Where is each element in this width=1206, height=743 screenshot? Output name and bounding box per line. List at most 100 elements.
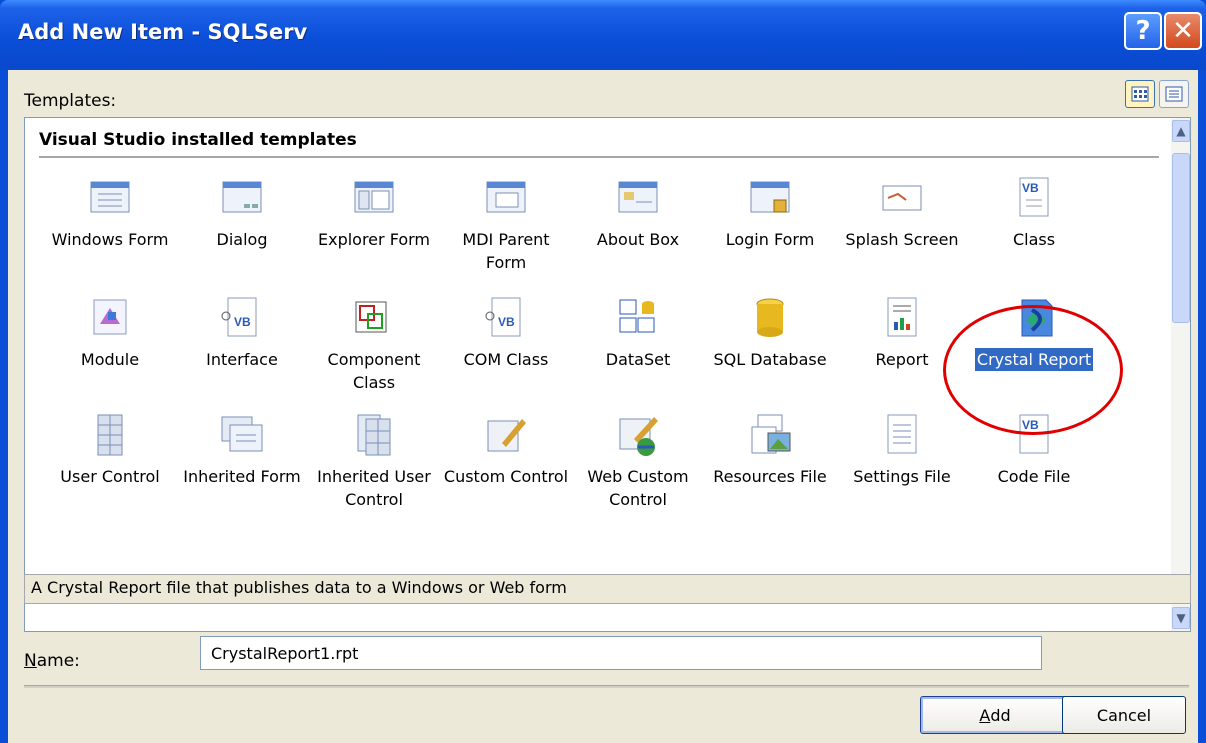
svg-text:VB: VB xyxy=(498,315,515,329)
template-item-interface[interactable]: VB Interface xyxy=(177,296,307,371)
vb-class-icon: VB xyxy=(1012,176,1056,220)
template-item-label: Login Form xyxy=(725,230,815,249)
windows-form-icon xyxy=(88,176,132,220)
custom-control-icon xyxy=(484,413,528,457)
template-item-login-form[interactable]: Login Form xyxy=(705,176,835,251)
template-item-mdi-parent-form[interactable]: MDI Parent Form xyxy=(441,176,571,274)
template-item-vb-class[interactable]: VB Class xyxy=(969,176,1099,251)
template-item-windows-form[interactable]: Windows Form xyxy=(45,176,175,251)
templates-list[interactable]: Visual Studio installed templates Window… xyxy=(24,117,1191,632)
svg-text:VB: VB xyxy=(1022,181,1039,195)
scroll-down-button[interactable]: ▼ xyxy=(1172,607,1190,629)
dataset-icon xyxy=(616,296,660,340)
component-class-icon xyxy=(352,296,396,340)
template-item-inherited-user-control[interactable]: Inherited User Control xyxy=(309,413,439,511)
template-item-component-class[interactable]: Component Class xyxy=(309,296,439,394)
template-item-sql-database[interactable]: SQL Database xyxy=(705,296,835,371)
sql-database-icon xyxy=(748,296,792,340)
dialog-body: Templates: Visual Studio installed templ… xyxy=(8,70,1198,743)
separator xyxy=(24,685,1189,688)
template-item-label: Explorer Form xyxy=(317,230,430,249)
template-item-label: Settings File xyxy=(853,467,951,486)
user-control-icon xyxy=(88,413,132,457)
module-icon xyxy=(88,296,132,340)
inherited-form-icon xyxy=(220,413,264,457)
svg-text:VB: VB xyxy=(234,315,251,329)
template-item-label: Custom Control xyxy=(443,467,569,486)
template-item-web-custom-control[interactable]: Web Custom Control xyxy=(573,413,703,511)
template-item-label: Class xyxy=(1012,230,1056,249)
svg-text:VB: VB xyxy=(1022,418,1039,432)
scrollbar-thumb[interactable] xyxy=(1172,153,1190,323)
template-item-settings-file[interactable]: Settings File xyxy=(837,413,967,488)
list-view-icon xyxy=(1165,86,1183,102)
code-file-icon: VB xyxy=(1012,413,1056,457)
help-icon: ? xyxy=(1135,16,1151,46)
close-icon: ✕ xyxy=(1172,16,1194,46)
window-title: Add New Item - SQLServ xyxy=(18,20,308,44)
explorer-form-icon xyxy=(352,176,396,220)
login-form-icon xyxy=(748,176,792,220)
template-item-label: Component Class xyxy=(327,350,421,392)
template-item-explorer-form[interactable]: Explorer Form xyxy=(309,176,439,251)
dialog-icon xyxy=(220,176,264,220)
template-item-user-control[interactable]: User Control xyxy=(45,413,175,488)
splash-screen-icon xyxy=(880,176,924,220)
mdi-parent-form-icon xyxy=(484,176,528,220)
template-item-label: Windows Form xyxy=(51,230,169,249)
vertical-scrollbar[interactable]: ▲ ▼ xyxy=(1171,118,1190,631)
name-input[interactable] xyxy=(200,636,1042,670)
template-item-dataset[interactable]: DataSet xyxy=(573,296,703,371)
template-item-splash-screen[interactable]: Splash Screen xyxy=(837,176,967,251)
about-box-icon xyxy=(616,176,660,220)
small-icons-view-button[interactable] xyxy=(1159,80,1189,108)
templates-label: Templates: xyxy=(24,91,117,111)
template-description: A Crystal Report file that publishes dat… xyxy=(24,574,1191,604)
template-item-label: SQL Database xyxy=(713,350,827,369)
cancel-button[interactable]: Cancel xyxy=(1062,696,1186,734)
settings-file-icon xyxy=(880,413,924,457)
inherited-user-control-icon xyxy=(352,413,396,457)
title-bar[interactable]: Add New Item - SQLServ ? ✕ xyxy=(0,0,1206,70)
scroll-up-button[interactable]: ▲ xyxy=(1172,120,1190,142)
template-item-label: Report xyxy=(875,350,929,369)
template-item-label: COM Class xyxy=(463,350,549,369)
template-item-com-class[interactable]: VB COM Class xyxy=(441,296,571,371)
section-header: Visual Studio installed templates xyxy=(39,130,357,150)
large-icons-view-icon xyxy=(1131,86,1149,102)
add-button[interactable]: Add xyxy=(920,696,1070,734)
help-button[interactable]: ? xyxy=(1124,12,1162,50)
template-item-module[interactable]: Module xyxy=(45,296,175,371)
template-item-label: Resources File xyxy=(713,467,827,486)
template-item-label: Crystal Report xyxy=(974,348,1094,371)
resources-file-icon xyxy=(748,413,792,457)
template-item-label: DataSet xyxy=(605,350,671,369)
name-label: Name: xyxy=(24,651,80,671)
template-item-dialog[interactable]: Dialog xyxy=(177,176,307,251)
add-new-item-dialog: Add New Item - SQLServ ? ✕ Templates: Vi… xyxy=(0,0,1206,743)
template-item-label: Web Custom Control xyxy=(587,467,689,509)
template-item-label: Code File xyxy=(997,467,1071,486)
interface-icon: VB xyxy=(220,296,264,340)
template-item-label: User Control xyxy=(60,467,160,486)
template-item-label: Module xyxy=(80,350,140,369)
template-item-custom-control[interactable]: Custom Control xyxy=(441,413,571,488)
template-item-crystal-report[interactable]: Crystal Report xyxy=(969,296,1099,371)
template-item-label: Splash Screen xyxy=(845,230,959,249)
template-item-label: MDI Parent Form xyxy=(462,230,550,272)
close-button[interactable]: ✕ xyxy=(1164,12,1202,50)
template-item-about-box[interactable]: About Box xyxy=(573,176,703,251)
large-icons-view-button[interactable] xyxy=(1125,80,1155,108)
template-item-label: About Box xyxy=(596,230,680,249)
template-item-inherited-form[interactable]: Inherited Form xyxy=(177,413,307,488)
section-divider xyxy=(39,156,1159,158)
template-item-label: Inherited Form xyxy=(183,467,301,486)
web-custom-control-icon xyxy=(616,413,660,457)
template-item-label: Dialog xyxy=(216,230,268,249)
template-item-report[interactable]: Report xyxy=(837,296,967,371)
template-item-code-file[interactable]: VB Code File xyxy=(969,413,1099,488)
template-item-label: Inherited User Control xyxy=(317,467,431,509)
com-class-icon: VB xyxy=(484,296,528,340)
template-item-label: Interface xyxy=(206,350,278,369)
template-item-resources-file[interactable]: Resources File xyxy=(705,413,835,488)
